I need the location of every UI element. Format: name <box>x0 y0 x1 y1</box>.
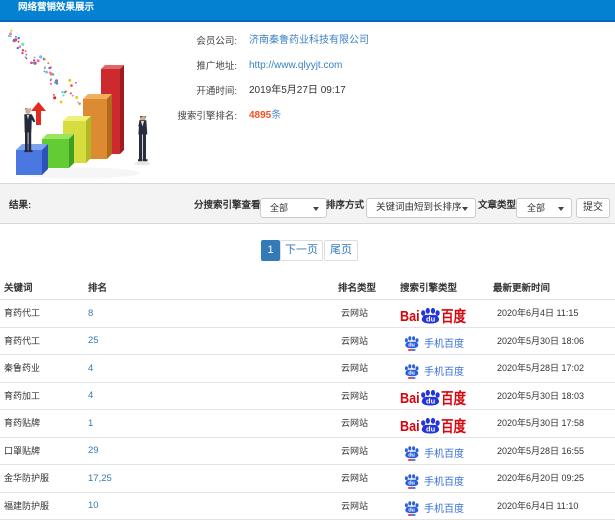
svg-text:手机百度: 手机百度 <box>424 447 464 460</box>
svg-text:手机百度: 手机百度 <box>424 502 464 515</box>
svg-text:百度: 百度 <box>441 307 466 324</box>
svg-text:Bai: Bai <box>400 417 420 434</box>
svg-text:百度: 百度 <box>441 389 466 406</box>
svg-text:du: du <box>426 314 436 323</box>
svg-text:百度: 百度 <box>441 417 466 434</box>
svg-text:Bai: Bai <box>400 389 420 406</box>
svg-text:手机百度: 手机百度 <box>424 475 464 488</box>
svg-text:Bai: Bai <box>400 307 420 324</box>
svg-text:手机百度: 手机百度 <box>424 337 464 350</box>
svg-text:du: du <box>408 453 415 459</box>
svg-text:手机百度: 手机百度 <box>424 365 464 378</box>
svg-text:du: du <box>426 424 436 433</box>
svg-text:du: du <box>408 480 415 486</box>
svg-text:du: du <box>408 508 415 514</box>
svg-text:du: du <box>426 397 436 406</box>
svg-text:du: du <box>408 370 415 376</box>
svg-text:du: du <box>408 343 415 349</box>
